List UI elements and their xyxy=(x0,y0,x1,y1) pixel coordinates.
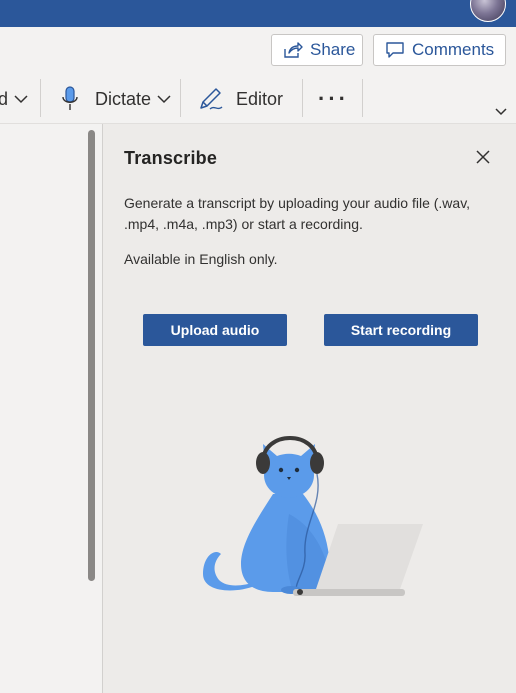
comments-button[interactable]: Comments xyxy=(373,34,506,66)
ribbon-divider xyxy=(302,79,303,117)
pane-description: Generate a transcript by uploading your … xyxy=(124,195,471,232)
ribbon-toolbar: d Dictate Editor ··· xyxy=(0,75,516,124)
share-label: Share xyxy=(310,40,356,59)
microphone-icon xyxy=(62,86,78,110)
ribbon-partial-label: d xyxy=(0,88,9,109)
editor-pen-icon xyxy=(200,88,223,110)
chevron-down-icon xyxy=(14,95,28,104)
chevron-down-icon[interactable] xyxy=(156,93,172,105)
upload-audio-button[interactable]: Upload audio xyxy=(143,314,287,346)
start-recording-button[interactable]: Start recording xyxy=(324,314,478,346)
more-options-button[interactable]: ··· xyxy=(318,75,349,123)
ribbon-divider xyxy=(180,79,181,117)
comment-icon xyxy=(386,42,404,58)
editor-button[interactable]: Editor xyxy=(198,75,283,123)
editor-label: Editor xyxy=(236,88,284,109)
document-scrollbar[interactable] xyxy=(88,130,95,581)
transcribe-pane: Transcribe Generate a transcript by uplo… xyxy=(103,124,516,693)
share-icon xyxy=(284,42,303,58)
ribbon-divider xyxy=(40,79,41,117)
close-icon xyxy=(476,150,490,164)
language-note: Available in English only. xyxy=(124,251,278,267)
header-row: Share Comments xyxy=(0,27,516,75)
comments-label: Comments xyxy=(412,40,495,59)
ribbon-expand-button[interactable] xyxy=(494,103,508,121)
document-area xyxy=(0,124,102,693)
chevron-down-icon xyxy=(495,108,507,116)
pane-title: Transcribe xyxy=(124,148,218,168)
ribbon-divider xyxy=(362,79,363,117)
ribbon-partial-button[interactable]: d xyxy=(0,75,29,123)
user-avatar[interactable] xyxy=(470,0,506,22)
dictate-label: Dictate xyxy=(95,88,152,109)
dictate-button[interactable]: Dictate xyxy=(60,75,172,123)
title-bar xyxy=(0,0,516,27)
cat-with-headphones-illustration xyxy=(203,436,423,596)
more-options-icon: ··· xyxy=(318,86,349,111)
close-button[interactable] xyxy=(472,146,494,168)
share-button[interactable]: Share xyxy=(271,34,363,66)
